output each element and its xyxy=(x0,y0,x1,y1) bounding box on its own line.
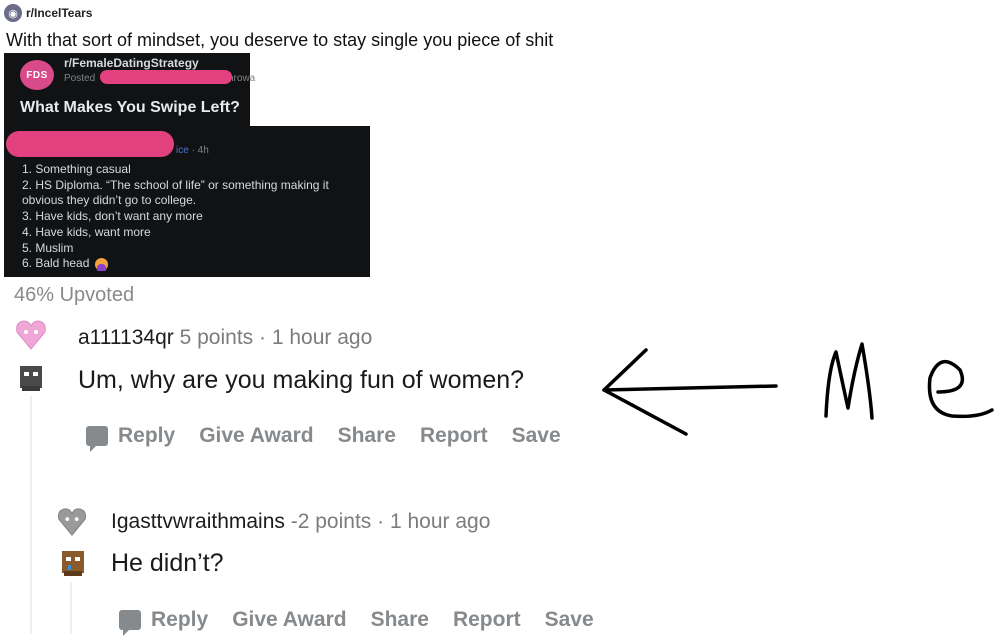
comment-time: 1 hour ago xyxy=(271,326,373,349)
comment-body: He didn’t? xyxy=(111,549,224,577)
fds-logo-icon: FDS xyxy=(20,60,54,90)
comment-time: 1 hour ago xyxy=(389,510,491,533)
reply-button[interactable]: Reply xyxy=(151,608,208,632)
owl-avatar-icon: ◉ xyxy=(4,4,22,22)
embedded-comment-meta: ice · 4h xyxy=(176,145,209,156)
list-item: 5. Muslim xyxy=(22,240,74,255)
embedded-comment-list: 1. Something casual 2. HS Diploma. “The … xyxy=(22,162,372,272)
list-item: 2. HS Diploma. “The school of life” or s… xyxy=(22,177,329,192)
comment-points: 5 points xyxy=(179,326,254,349)
report-button[interactable]: Report xyxy=(420,424,488,448)
embedded-username-fragment: hrowa xyxy=(228,73,256,84)
comment-actions: Reply Give Award Share Report Save xyxy=(119,608,618,636)
reply-icon[interactable] xyxy=(119,610,141,636)
embedded-subreddit-name: r/FemaleDatingStrategy xyxy=(64,56,199,70)
heart-vote-icon[interactable] xyxy=(56,506,88,538)
handwritten-arrow-annotation xyxy=(602,342,994,436)
list-item-text: 6. Bald head xyxy=(22,256,90,271)
comment-username[interactable]: Igasttvwraithmains xyxy=(111,510,285,533)
list-item: 1. Something casual xyxy=(22,162,131,176)
woman-gesturing-emoji-icon xyxy=(94,257,108,271)
comment-actions: Reply Give Award Share Report Save xyxy=(86,424,585,452)
meta-separator: · xyxy=(259,326,267,349)
comment-points: -2 points xyxy=(290,510,372,533)
give-award-button[interactable]: Give Award xyxy=(199,424,313,448)
comment-meta: a111134qr 5 points · 1 hour ago xyxy=(78,326,372,350)
redaction-mark xyxy=(100,70,232,84)
list-item: 4. Have kids, want more xyxy=(22,224,151,239)
snoo-avatar-icon[interactable] xyxy=(18,362,44,392)
comment-body: Um, why are you making fun of women? xyxy=(78,366,525,394)
heart-vote-icon[interactable] xyxy=(14,318,48,352)
meta-separator: · xyxy=(377,510,385,533)
embedded-comment-time: · 4h xyxy=(188,145,209,156)
embedded-posted-label: Posted xyxy=(64,73,96,84)
embedded-flair: ice xyxy=(176,145,189,156)
report-button[interactable]: Report xyxy=(453,608,521,632)
list-item: 3. Have kids, don’t want any more xyxy=(22,209,203,224)
reply-button[interactable]: Reply xyxy=(118,424,175,448)
share-button[interactable]: Share xyxy=(338,424,396,448)
subreddit-header[interactable]: ◉ r/IncelTears xyxy=(4,3,92,23)
save-button[interactable]: Save xyxy=(545,608,594,632)
list-item: obvious they didn’t go to college. xyxy=(22,193,197,208)
redaction-mark xyxy=(6,131,174,157)
list-item: 6. Bald head xyxy=(22,256,372,272)
embedded-post-title: What Makes You Swipe Left? xyxy=(20,99,240,116)
reply-icon[interactable] xyxy=(86,426,108,452)
give-award-button[interactable]: Give Award xyxy=(232,608,346,632)
thread-line[interactable] xyxy=(30,396,32,634)
thread-line[interactable] xyxy=(70,582,72,634)
upvote-ratio: 46% Upvoted xyxy=(14,284,135,306)
save-button[interactable]: Save xyxy=(512,424,561,448)
snoo-avatar-icon[interactable] xyxy=(60,547,86,577)
subreddit-name[interactable]: r/IncelTears xyxy=(26,6,92,20)
share-button[interactable]: Share xyxy=(371,608,429,632)
comment-meta: Igasttvwraithmains -2 points · 1 hour ag… xyxy=(111,510,490,534)
comment-username[interactable]: a111134qr xyxy=(78,326,174,349)
post-title: With that sort of mindset, you deserve t… xyxy=(6,30,554,50)
